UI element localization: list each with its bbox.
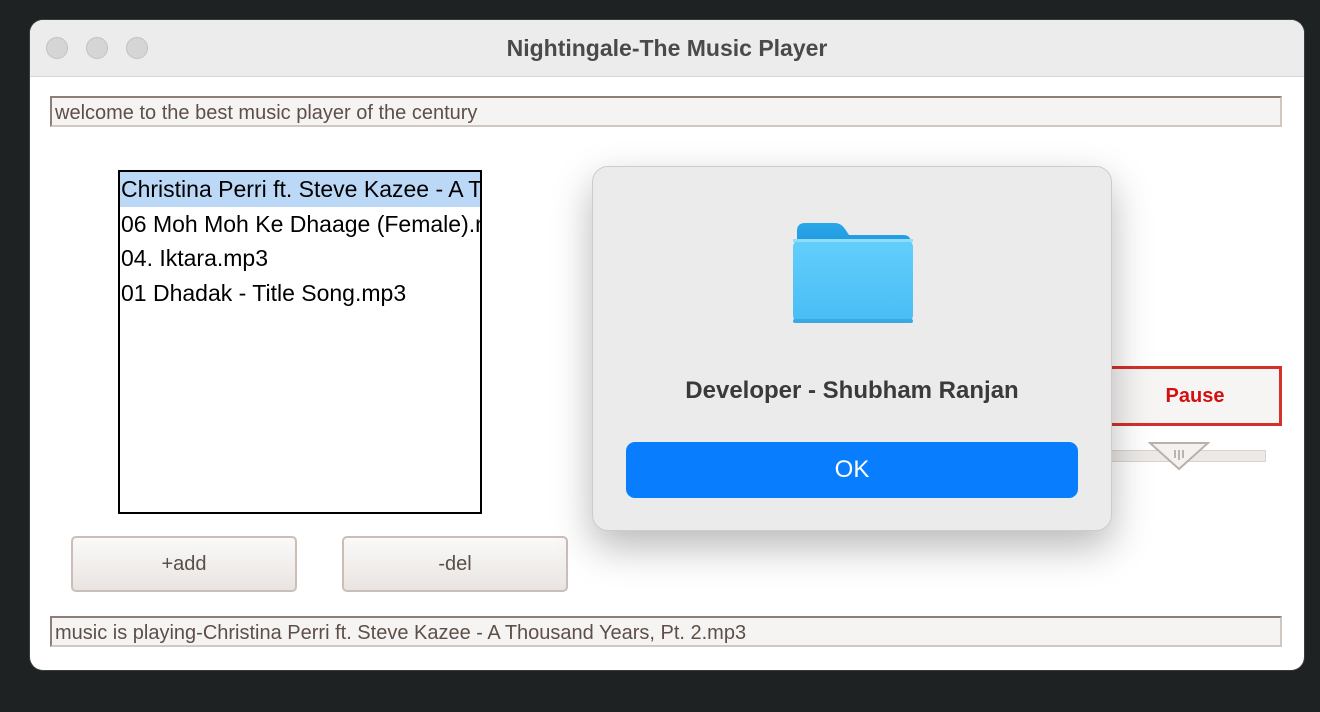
list-item[interactable]: 01 Dhadak - Title Song.mp3 [120, 276, 480, 311]
playlist-listbox[interactable]: Christina Perri ft. Steve Kazee - A Thou… [118, 170, 482, 514]
welcome-entry[interactable]: welcome to the best music player of the … [50, 96, 1282, 127]
list-item[interactable]: 04. Iktara.mp3 [120, 241, 480, 276]
ok-button[interactable]: OK [626, 442, 1078, 498]
list-item[interactable]: 06 Moh Moh Ke Dhaage (Female).mp3 [120, 207, 480, 242]
list-item[interactable]: Christina Perri ft. Steve Kazee - A Thou… [120, 172, 480, 207]
add-button[interactable]: +add [71, 536, 297, 592]
window-title: Nightingale-The Music Player [506, 35, 828, 61]
volume-slider-handle[interactable] [1148, 441, 1210, 471]
delete-button[interactable]: -del [342, 536, 568, 592]
status-entry[interactable]: music is playing-Christina Perri ft. Ste… [50, 616, 1282, 647]
pause-button[interactable]: Pause [1108, 366, 1282, 426]
about-dialog: Developer - Shubham Ranjan OK [592, 166, 1112, 531]
dialog-message: Developer - Shubham Ranjan [685, 377, 1019, 404]
title-bar: Nightingale-The Music Player [30, 20, 1304, 77]
folder-icon [793, 223, 913, 323]
